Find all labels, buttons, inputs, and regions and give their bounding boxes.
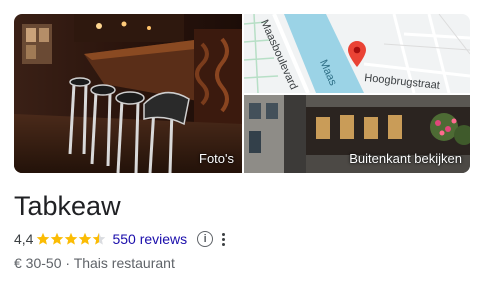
- place-title: Tabkeaw: [14, 191, 121, 221]
- reviews-link[interactable]: 550 reviews: [112, 231, 187, 247]
- star-rating: [36, 232, 106, 246]
- photos-tile[interactable]: Foto's: [14, 14, 242, 173]
- place-category: Thais restaurant: [73, 255, 175, 271]
- star-icon: [37, 232, 50, 245]
- star-icon: [79, 232, 92, 245]
- rating-value: 4,4: [14, 231, 34, 247]
- exterior-tile[interactable]: Buitenkant bekijken: [244, 95, 470, 173]
- meta-separator: ·: [65, 255, 71, 271]
- price-range: € 30-50: [14, 255, 62, 271]
- place-meta: € 30-50 · Thais restaurant: [14, 255, 175, 271]
- star-icon: [65, 232, 78, 245]
- rating-row: 4,4 550 reviews i: [14, 229, 227, 249]
- more-vertical-icon[interactable]: [219, 231, 227, 247]
- star-icon: [93, 232, 106, 245]
- exterior-caption: Buitenkant bekijken: [349, 151, 462, 166]
- photo-gallery: Foto's Maasboulevard Maas Hoogbrugstraat…: [14, 14, 470, 173]
- interior-photo: [14, 14, 242, 173]
- star-icon: [51, 232, 64, 245]
- map-pin-icon: [348, 41, 366, 67]
- map-tile[interactable]: Maasboulevard Maas Hoogbrugstraat: [244, 14, 470, 93]
- photos-caption: Foto's: [199, 151, 234, 166]
- info-icon[interactable]: i: [197, 231, 214, 247]
